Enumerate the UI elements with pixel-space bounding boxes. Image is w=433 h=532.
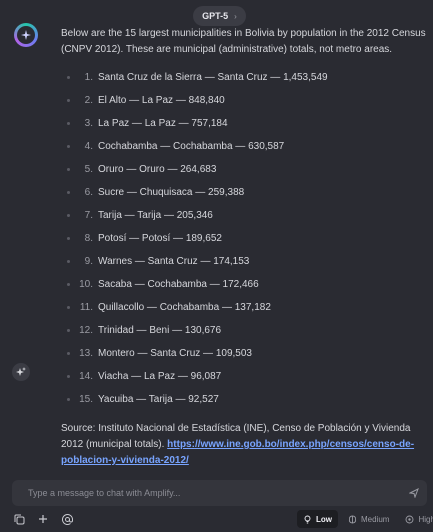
list-item: 1. Santa Cruz de la Sierra — Santa Cruz —… [61, 66, 426, 89]
copy-icon [14, 514, 24, 524]
list-item: 8. Potosí — Potosí — 189,652 [61, 227, 426, 250]
send-button[interactable] [401, 480, 427, 506]
effort-medium-button[interactable]: Medium [342, 510, 395, 528]
list-item: 4. Cochabamba — Cochabamba — 630,587 [61, 135, 426, 158]
lightbulb-icon [304, 515, 311, 523]
sparkle-icon [21, 30, 31, 40]
list-item: 2. El Alto — La Paz — 848,840 [61, 89, 426, 112]
source-note: Source: Instituto Nacional de Estadístic… [61, 421, 426, 469]
list-item: 10. Sacaba — Cochabamba — 172,466 [61, 273, 426, 296]
brain-icon [348, 515, 357, 523]
reasoning-effort-selector: Low Medium High [297, 510, 433, 528]
assistant-avatar [14, 23, 38, 47]
list-item: 15. Yacuiba — Tarija — 92,527 [61, 388, 426, 411]
add-button[interactable] [36, 512, 50, 526]
list-item: 7. Tarija — Tarija — 205,346 [61, 204, 426, 227]
list-item: 6. Sucre — Chuquisaca — 259,388 [61, 181, 426, 204]
target-icon [406, 515, 414, 523]
copy-button[interactable] [12, 512, 26, 526]
assistant-message: Below are the 15 largest municipalities … [61, 26, 426, 469]
effort-low-button[interactable]: Low [297, 510, 338, 528]
chat-input-bar [12, 480, 427, 506]
mention-button[interactable] [60, 512, 74, 526]
list-item: 12. Trinidad — Beni — 130,676 [61, 319, 426, 342]
plus-icon [39, 515, 47, 523]
magic-sparkle-button[interactable] [12, 363, 30, 381]
municipality-list: 1. Santa Cruz de la Sierra — Santa Cruz —… [61, 66, 426, 411]
list-item: 5. Oruro — Oruro — 264,683 [61, 158, 426, 181]
effort-low-label: Low [316, 514, 332, 524]
list-item: 11. Quillacollo — Cochabamba — 137,182 [61, 296, 426, 319]
chevron-right-icon: › [234, 11, 237, 21]
list-item: 13. Montero — Santa Cruz — 109,503 [61, 342, 426, 365]
effort-high-label: High [418, 514, 433, 524]
model-selector[interactable]: GPT-5 › [193, 6, 246, 26]
list-item: 3. La Paz — La Paz — 757,184 [61, 112, 426, 135]
message-intro: Below are the 15 largest municipalities … [61, 28, 426, 55]
effort-high-button[interactable]: High [399, 510, 433, 528]
at-sign-icon [61, 513, 73, 525]
input-actions [12, 512, 74, 526]
effort-medium-label: Medium [361, 514, 390, 524]
list-item: 14. Viacha — La Paz — 96,087 [61, 365, 426, 388]
model-label: GPT-5 [202, 11, 229, 21]
list-item: 9. Warnes — Santa Cruz — 174,153 [61, 250, 426, 273]
chat-input[interactable] [26, 487, 401, 499]
sparkle-icon [16, 367, 26, 376]
send-icon [409, 488, 419, 498]
